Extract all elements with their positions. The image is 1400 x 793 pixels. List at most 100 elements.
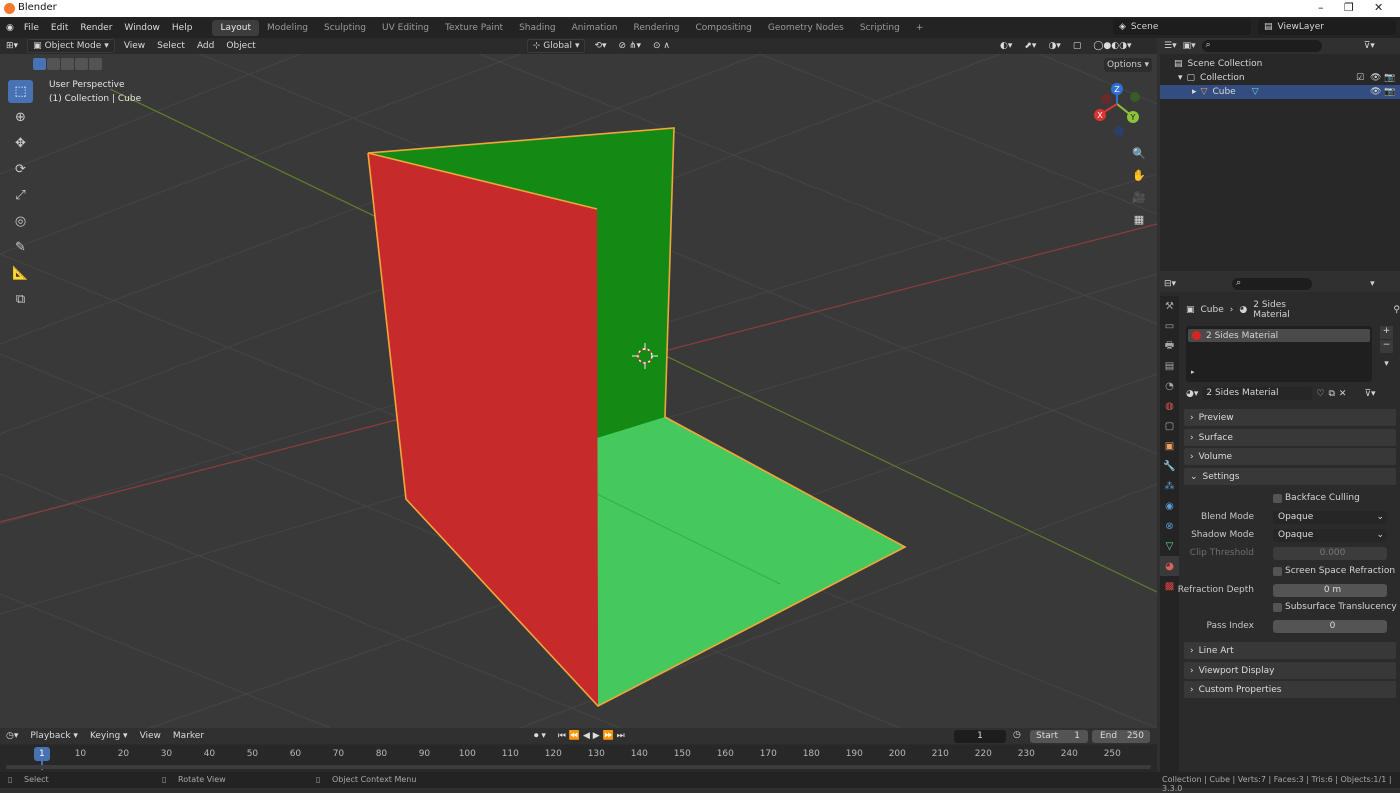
blender-menu-icon[interactable]: ◉ <box>0 23 18 33</box>
panel-settings[interactable]: ⌄ Settings <box>1184 468 1396 485</box>
gizmo-toggle-icon[interactable]: ⬈▾ <box>1018 41 1042 51</box>
maximize-button[interactable]: ❐ <box>1344 1 1354 14</box>
properties-search-input[interactable]: ⌕ <box>1232 278 1313 290</box>
mode-dropdown[interactable]: ▣ Object Mode ▾ <box>27 39 115 53</box>
outliner-row-cube[interactable]: ▸ ▽ Cube ▽ 👁 📷 <box>1160 85 1400 99</box>
menu-edit[interactable]: Edit <box>45 23 74 33</box>
menu-add[interactable]: Add <box>191 41 220 51</box>
tab-texture-paint[interactable]: Texture Paint <box>437 20 511 36</box>
menu-view[interactable]: View <box>134 731 167 741</box>
3d-viewport[interactable]: Z Y X Options ▾ User Perspective (1) Col… <box>0 54 1157 728</box>
transform-orientation-dropdown[interactable]: ⊹ Global ▾ <box>526 39 586 53</box>
tab-compositing[interactable]: Compositing <box>687 20 759 36</box>
options-button[interactable]: Options ▾ <box>1104 58 1152 72</box>
menu-object[interactable]: Object <box>220 41 261 51</box>
world-tab-icon[interactable]: ◍ <box>1160 396 1179 416</box>
scene-selector[interactable]: ◈ Scene <box>1113 19 1251 35</box>
camera-view-icon[interactable]: 🎥 <box>1128 186 1150 208</box>
select-subtract-icon[interactable] <box>61 58 74 70</box>
navigation-gizmo[interactable]: Z Y X <box>1094 83 1140 136</box>
add-workspace-button[interactable]: + <box>908 20 932 36</box>
panel-volume[interactable]: › Volume <box>1184 448 1396 465</box>
editor-type-icon[interactable]: ◷▾ <box>0 731 24 741</box>
material-tab-icon[interactable]: ◕ <box>1160 556 1179 576</box>
menu-view[interactable]: View <box>118 41 151 51</box>
xray-icon[interactable]: ▢ <box>1067 41 1088 51</box>
expand-arrow-icon[interactable]: ▾ <box>1178 73 1183 83</box>
blend-mode-dropdown[interactable]: Opaque ⌄ <box>1273 511 1387 524</box>
cursor-tool-icon[interactable]: ⊕ <box>8 106 33 129</box>
ssr-checkbox[interactable] <box>1273 567 1282 576</box>
tab-shading[interactable]: Shading <box>511 20 564 36</box>
object-tab-icon[interactable]: ▣ <box>1160 436 1179 456</box>
collection-tab-icon[interactable]: ▢ <box>1160 416 1179 436</box>
refraction-depth-field[interactable]: 0 m <box>1273 584 1387 597</box>
add-cube-tool-icon[interactable]: ⧉ <box>8 288 33 311</box>
outliner-row-scene-collection[interactable]: ▤ Scene Collection <box>1160 57 1400 71</box>
overlay-toggle-icon[interactable]: ◑▾ <box>1042 41 1066 51</box>
scene-tab-icon[interactable]: ◔ <box>1160 376 1179 396</box>
view-layer-tab-icon[interactable]: ▤ <box>1160 356 1179 376</box>
end-frame-field[interactable]: End 250 <box>1092 730 1150 743</box>
start-frame-field[interactable]: Start 1 <box>1030 730 1088 743</box>
pivot-icon[interactable]: ⟲▾ <box>588 41 612 51</box>
shadow-mode-dropdown[interactable]: Opaque ⌄ <box>1273 529 1387 542</box>
eye-icon[interactable]: 👁 <box>1370 87 1381 97</box>
menu-marker[interactable]: Marker <box>167 731 210 741</box>
current-frame-field[interactable]: 1 <box>954 730 1006 743</box>
outliner-search-input[interactable]: ⌕ <box>1201 40 1322 52</box>
annotate-tool-icon[interactable]: ✎ <box>8 236 33 259</box>
select-invert-icon[interactable] <box>75 58 88 70</box>
select-extend-icon[interactable] <box>47 58 60 70</box>
remove-slot-icon[interactable]: − <box>1380 340 1393 353</box>
select-intersect-icon[interactable] <box>89 58 102 70</box>
panel-preview[interactable]: › Preview <box>1184 409 1396 426</box>
menu-window[interactable]: Window <box>118 23 166 33</box>
timeline-scrollbar[interactable] <box>6 765 1151 769</box>
zoom-icon[interactable]: 🔍 <box>1128 142 1150 164</box>
duplicate-material-icon[interactable]: ⧉ <box>1328 389 1334 399</box>
tab-modeling[interactable]: Modeling <box>259 20 316 36</box>
tab-rendering[interactable]: Rendering <box>626 20 688 36</box>
clock-icon[interactable]: ◷ <box>1013 730 1021 740</box>
rotate-tool-icon[interactable]: ⟳ <box>8 158 33 181</box>
tab-animation[interactable]: Animation <box>564 20 626 36</box>
pin-icon[interactable]: ⚲ <box>1393 305 1400 315</box>
menu-render[interactable]: Render <box>74 23 118 33</box>
pan-hand-icon[interactable]: ✋ <box>1128 164 1150 186</box>
move-tool-icon[interactable]: ✥ <box>8 132 33 155</box>
outliner-row-collection[interactable]: ▾ ▢ Collection ☑ 👁 📷 <box>1160 71 1400 85</box>
camera-render-icon[interactable]: 📷 <box>1384 73 1395 83</box>
minimize-button[interactable]: – <box>1318 1 1324 14</box>
menu-help[interactable]: Help <box>166 23 199 33</box>
add-slot-icon[interactable]: + <box>1380 326 1393 339</box>
editor-type-icon[interactable]: ⊟▾ <box>1164 279 1176 289</box>
camera-render-icon[interactable]: 📷 <box>1384 87 1395 97</box>
backface-culling-checkbox[interactable] <box>1273 494 1282 503</box>
expand-arrow-icon[interactable]: ▸ <box>1191 368 1195 376</box>
select-box-icon[interactable]: ⬚ <box>8 80 33 103</box>
filter-icon[interactable]: ⊽▾ <box>1364 41 1375 51</box>
tab-sculpting[interactable]: Sculpting <box>316 20 374 36</box>
menu-keying[interactable]: Keying ▾ <box>84 731 134 741</box>
panel-viewport-display[interactable]: › Viewport Display <box>1184 662 1396 679</box>
tab-scripting[interactable]: Scripting <box>852 20 908 36</box>
editor-type-icon[interactable]: ☰▾ <box>1164 41 1177 51</box>
pass-index-field[interactable]: 0 <box>1273 620 1387 633</box>
output-tab-icon[interactable]: 🖶 <box>1160 336 1179 356</box>
close-button[interactable]: ✕ <box>1374 1 1383 14</box>
panel-surface[interactable]: › Surface <box>1184 429 1396 446</box>
chevron-down-icon[interactable]: ▾ <box>1370 279 1375 289</box>
browse-material-icon[interactable]: ◕▾ <box>1186 389 1198 399</box>
panel-line-art[interactable]: › Line Art <box>1184 642 1396 659</box>
viewlayer-selector[interactable]: ▤ ViewLayer <box>1258 19 1396 35</box>
clip-threshold-field[interactable]: 0.000 <box>1273 547 1387 560</box>
fake-user-icon[interactable]: ♡ <box>1316 389 1324 399</box>
scale-tool-icon[interactable]: ⤢ <box>8 184 33 207</box>
menu-select[interactable]: Select <box>151 41 191 51</box>
link-dropdown-icon[interactable]: ⊽▾ <box>1364 389 1375 399</box>
transform-tool-icon[interactable]: ◎ <box>8 210 33 233</box>
modifier-tab-icon[interactable]: 🔧 <box>1160 456 1179 476</box>
frame-ruler[interactable]: 1 10 20 30 40 50 60 70 80 90 100 110 120 130 140 150 160… <box>0 745 1157 772</box>
perspective-toggle-icon[interactable]: ▦ <box>1128 208 1150 230</box>
